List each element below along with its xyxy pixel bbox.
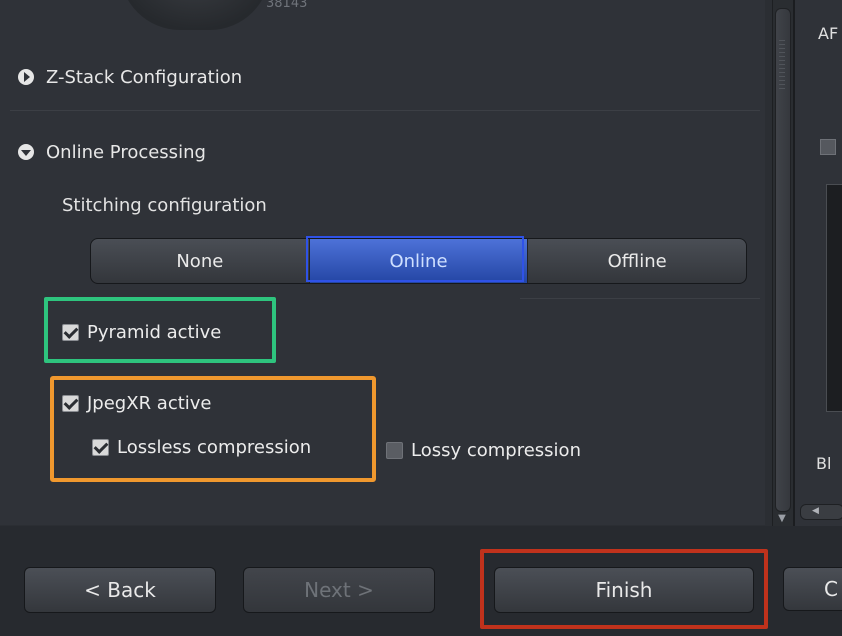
back-button[interactable]: < Back bbox=[24, 567, 216, 613]
scroll-left-arrow-icon[interactable]: ◀ bbox=[812, 504, 819, 518]
right-panel-label: AF bbox=[818, 24, 839, 43]
right-panel-checkbox[interactable] bbox=[820, 139, 836, 155]
divider bbox=[10, 110, 760, 111]
horizontal-scrollbar[interactable] bbox=[800, 504, 842, 520]
highlight-pyramid bbox=[44, 297, 276, 363]
section-label: Z-Stack Configuration bbox=[46, 66, 243, 88]
scrollbar-grip bbox=[779, 40, 785, 90]
checkbox-unchecked-icon bbox=[386, 441, 403, 459]
scroll-down-arrow-icon[interactable]: ▼ bbox=[775, 512, 789, 526]
highlight-finish bbox=[480, 549, 768, 629]
section-header-online-processing[interactable]: Online Processing bbox=[18, 137, 206, 167]
stitch-option-none[interactable]: None bbox=[91, 239, 310, 283]
stitch-option-offline[interactable]: Offline bbox=[528, 239, 746, 283]
next-button[interactable]: Next > bbox=[243, 567, 435, 613]
section-header-zstack[interactable]: Z-Stack Configuration bbox=[18, 62, 242, 92]
checkbox-label: Lossy compression bbox=[411, 439, 581, 461]
divider bbox=[520, 298, 760, 299]
collapse-down-icon bbox=[18, 144, 34, 160]
section-label: Online Processing bbox=[46, 141, 206, 163]
stitching-label: Stitching configuration bbox=[62, 195, 267, 216]
cancel-button[interactable]: C bbox=[783, 567, 842, 611]
thumbnail-id: 38143 bbox=[266, 0, 308, 11]
expand-right-icon bbox=[18, 69, 34, 85]
histogram-area bbox=[826, 184, 842, 412]
highlight-jpegxr bbox=[50, 376, 376, 482]
right-panel-bottom-label: Bl bbox=[816, 454, 832, 473]
highlight-online-option bbox=[306, 236, 524, 282]
lossy-compression-checkbox[interactable]: Lossy compression bbox=[386, 437, 581, 463]
